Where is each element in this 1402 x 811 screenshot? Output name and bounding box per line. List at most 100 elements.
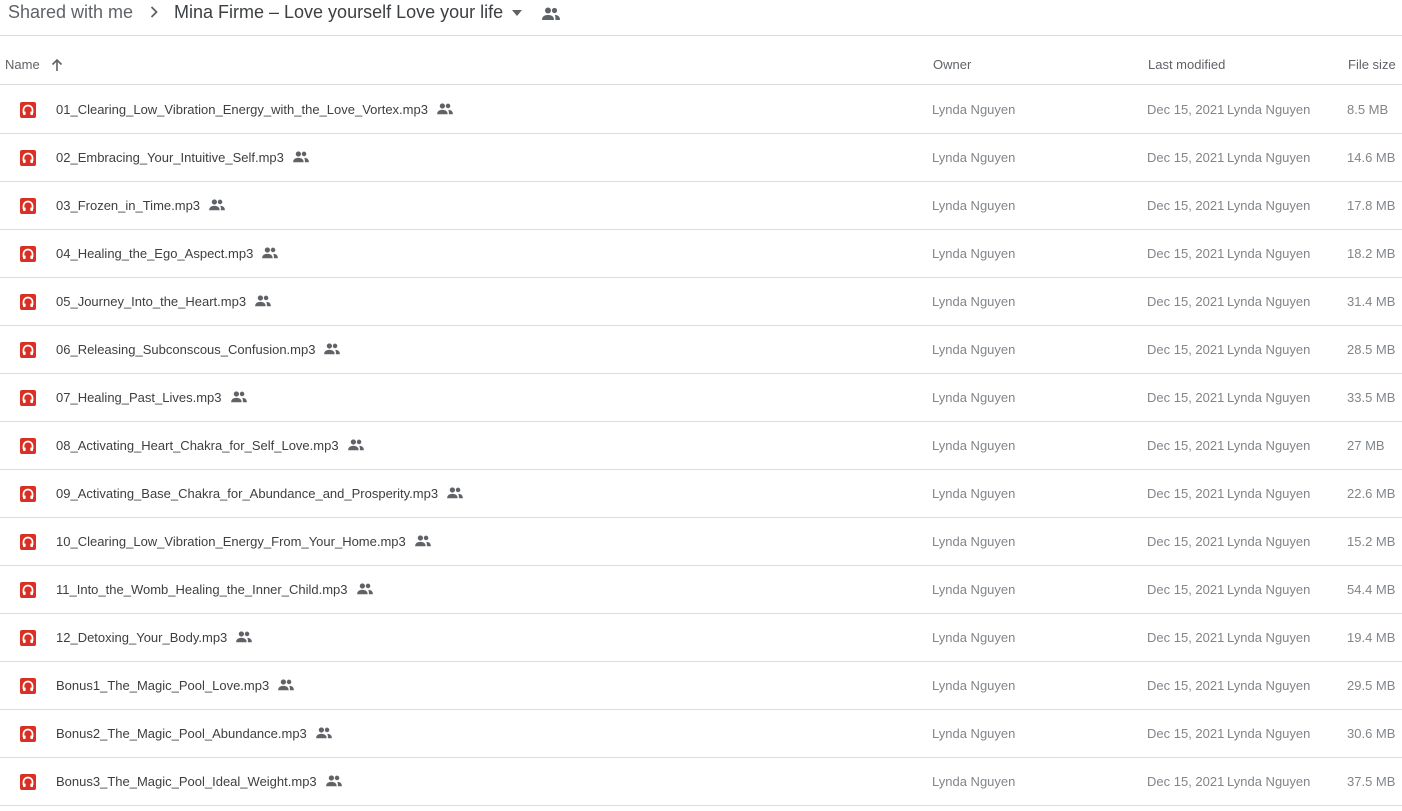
file-owner: Lynda Nguyen <box>932 150 1016 165</box>
file-owner: Lynda Nguyen <box>932 630 1016 645</box>
file-name: 05_Journey_Into_the_Heart.mp3 <box>56 294 247 309</box>
file-owner: Lynda Nguyen <box>932 582 1016 597</box>
column-header-owner[interactable]: Owner <box>933 57 971 72</box>
file-row[interactable]: 10_Clearing_Low_Vibration_Energy_From_Yo… <box>0 518 1402 566</box>
file-name-cell: Bonus1_The_Magic_Pool_Love.mp3 <box>56 678 295 693</box>
file-size: 37.5 MB <box>1347 774 1396 789</box>
file-owner: Lynda Nguyen <box>932 678 1016 693</box>
file-name: 09_Activating_Base_Chakra_for_Abundance_… <box>56 486 439 501</box>
file-name-cell: 10_Clearing_Low_Vibration_Energy_From_Yo… <box>56 534 432 549</box>
chevron-right-icon <box>150 6 158 18</box>
file-owner: Lynda Nguyen <box>932 774 1016 789</box>
file-size: 8.5 MB <box>1347 102 1389 117</box>
file-row[interactable]: 09_Activating_Base_Chakra_for_Abundance_… <box>0 470 1402 518</box>
file-name: 08_Activating_Heart_Chakra_for_Self_Love… <box>56 438 339 453</box>
file-name-cell: 03_Frozen_in_Time.mp3 <box>56 198 226 213</box>
file-size: 30.6 MB <box>1347 726 1396 741</box>
file-modified-date: Dec 15, 2021 <box>1147 342 1225 357</box>
file-modified-by: Lynda Nguyen <box>1227 534 1311 549</box>
file-name-cell: 05_Journey_Into_the_Heart.mp3 <box>56 294 272 309</box>
file-modified-by: Lynda Nguyen <box>1227 342 1311 357</box>
caret-down-icon[interactable] <box>510 6 524 20</box>
file-row[interactable]: 11_Into_the_Womb_Healing_the_Inner_Child… <box>0 566 1402 614</box>
file-modified-date: Dec 15, 2021 <box>1147 102 1225 117</box>
audio-file-icon <box>20 294 36 310</box>
file-owner: Lynda Nguyen <box>932 246 1016 261</box>
file-name-cell: Bonus2_The_Magic_Pool_Abundance.mp3 <box>56 726 333 741</box>
file-name: Bonus3_The_Magic_Pool_Ideal_Weight.mp3 <box>56 774 317 789</box>
file-row[interactable]: 03_Frozen_in_Time.mp3 Lynda Nguyen Dec 15,… <box>0 182 1402 230</box>
file-modified-by: Lynda Nguyen <box>1227 774 1311 789</box>
arrow-up-icon[interactable] <box>49 57 65 73</box>
file-size: 29.5 MB <box>1347 678 1396 693</box>
file-row[interactable]: Bonus1_The_Magic_Pool_Love.mp3 Lynda Nguy… <box>0 662 1402 710</box>
file-owner: Lynda Nguyen <box>932 438 1016 453</box>
file-modified-date: Dec 15, 2021 <box>1147 774 1225 789</box>
audio-file-icon <box>20 582 36 598</box>
people-icon <box>235 630 253 644</box>
file-modified-by: Lynda Nguyen <box>1227 438 1311 453</box>
file-owner: Lynda Nguyen <box>932 486 1016 501</box>
file-row[interactable]: 02_Embracing_Your_Intuitive_Self.mp3 Lynd… <box>0 134 1402 182</box>
people-icon <box>542 7 560 20</box>
file-modified-date: Dec 15, 2021 <box>1147 198 1225 213</box>
file-list: 01_Clearing_Low_Vibration_Energy_with_th… <box>0 86 1402 806</box>
file-name-cell: 07_Healing_Past_Lives.mp3 <box>56 390 248 405</box>
column-header-last-modified[interactable]: Last modified <box>1148 57 1225 72</box>
file-row[interactable]: 07_Healing_Past_Lives.mp3 Lynda Nguyen Dec… <box>0 374 1402 422</box>
file-size: 17.8 MB <box>1347 198 1396 213</box>
audio-file-icon <box>20 390 36 406</box>
file-row[interactable]: 08_Activating_Heart_Chakra_for_Self_Love… <box>0 422 1402 470</box>
file-modified-date: Dec 15, 2021 <box>1147 438 1225 453</box>
people-icon <box>446 486 464 500</box>
column-header-file-size[interactable]: File size <box>1348 57 1396 72</box>
file-row[interactable]: 06_Releasing_Subconscous_Confusion.mp3 Ly… <box>0 326 1402 374</box>
audio-file-icon <box>20 726 36 742</box>
file-row[interactable]: 05_Journey_Into_the_Heart.mp3 Lynda Nguye… <box>0 278 1402 326</box>
audio-file-icon <box>20 486 36 502</box>
file-modified-date: Dec 15, 2021 <box>1147 630 1225 645</box>
people-icon <box>292 150 310 164</box>
people-icon <box>436 102 454 116</box>
file-modified-by: Lynda Nguyen <box>1227 726 1311 741</box>
file-owner: Lynda Nguyen <box>932 342 1016 357</box>
file-modified-date: Dec 15, 2021 <box>1147 390 1225 405</box>
file-name-cell: 11_Into_the_Womb_Healing_the_Inner_Child… <box>56 582 374 597</box>
file-row[interactable]: 01_Clearing_Low_Vibration_Energy_with_th… <box>0 86 1402 134</box>
file-name-cell: 08_Activating_Heart_Chakra_for_Self_Love… <box>56 438 365 453</box>
file-modified-by: Lynda Nguyen <box>1227 102 1311 117</box>
file-owner: Lynda Nguyen <box>932 102 1016 117</box>
file-row[interactable]: 04_Healing_the_Ego_Aspect.mp3 Lynda Nguye… <box>0 230 1402 278</box>
file-modified-by: Lynda Nguyen <box>1227 246 1311 261</box>
file-size: 14.6 MB <box>1347 150 1396 165</box>
file-row[interactable]: Bonus2_The_Magic_Pool_Abundance.mp3 Lynda… <box>0 710 1402 758</box>
breadcrumb-current-folder[interactable]: Mina Firme – Love yourself Love your lif… <box>174 2 503 23</box>
audio-file-icon <box>20 630 36 646</box>
people-icon <box>325 774 343 788</box>
breadcrumb: Shared with me Mina Firme – Love yoursel… <box>0 0 1402 36</box>
file-name: 11_Into_the_Womb_Healing_the_Inner_Child… <box>56 582 348 597</box>
file-name: Bonus1_The_Magic_Pool_Love.mp3 <box>56 678 270 693</box>
audio-file-icon <box>20 342 36 358</box>
file-owner: Lynda Nguyen <box>932 726 1016 741</box>
file-row[interactable]: Bonus3_The_Magic_Pool_Ideal_Weight.mp3 Ly… <box>0 758 1402 806</box>
file-name: 02_Embracing_Your_Intuitive_Self.mp3 <box>56 150 284 165</box>
people-icon <box>414 534 432 548</box>
breadcrumb-shared-with-me[interactable]: Shared with me <box>8 2 133 23</box>
file-owner: Lynda Nguyen <box>932 534 1016 549</box>
file-size: 33.5 MB <box>1347 390 1396 405</box>
file-owner: Lynda Nguyen <box>932 390 1016 405</box>
file-name: 10_Clearing_Low_Vibration_Energy_From_Yo… <box>56 534 406 549</box>
column-header-name[interactable]: Name <box>5 57 40 72</box>
people-icon <box>230 390 248 404</box>
file-size: 22.6 MB <box>1347 486 1396 501</box>
file-name: 01_Clearing_Low_Vibration_Energy_with_th… <box>56 102 428 117</box>
file-modified-date: Dec 15, 2021 <box>1147 486 1225 501</box>
file-size: 28.5 MB <box>1347 342 1396 357</box>
audio-file-icon <box>20 198 36 214</box>
file-modified-by: Lynda Nguyen <box>1227 150 1311 165</box>
file-row[interactable]: 12_Detoxing_Your_Body.mp3 Lynda Nguyen Dec… <box>0 614 1402 662</box>
file-size: 15.2 MB <box>1347 534 1396 549</box>
file-name: 12_Detoxing_Your_Body.mp3 <box>56 630 228 645</box>
file-size: 18.2 MB <box>1347 246 1396 261</box>
